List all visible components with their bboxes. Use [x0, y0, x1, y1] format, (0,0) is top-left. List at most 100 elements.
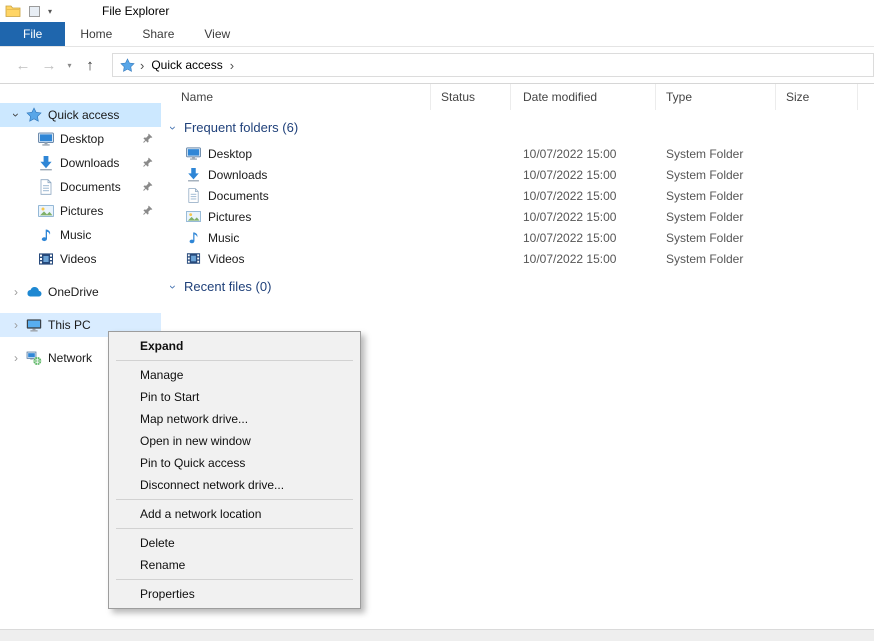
group-header-label: Recent files (0)	[184, 279, 271, 294]
file-name: Downloads	[208, 168, 267, 182]
chevron-collapsed-icon[interactable]: ›	[14, 351, 18, 365]
sidebar-label: OneDrive	[48, 285, 99, 299]
chevron-collapsed-icon[interactable]: ›	[14, 285, 18, 299]
file-type: System Folder	[656, 210, 776, 224]
sidebar-label: Quick access	[48, 108, 119, 122]
this-pc-icon	[26, 317, 42, 333]
quick-access-icon	[26, 107, 42, 123]
file-date-modified: 10/07/2022 15:00	[511, 210, 656, 224]
file-row-music[interactable]: Music 10/07/2022 15:00 System Folder	[161, 227, 874, 248]
file-name: Desktop	[208, 147, 252, 161]
up-button[interactable]: ↑	[77, 57, 103, 74]
file-type: System Folder	[656, 168, 776, 182]
desktop-icon	[186, 146, 201, 161]
downloads-icon	[38, 155, 54, 171]
downloads-icon	[186, 167, 201, 182]
menu-item-disconnect-network-drive[interactable]: Disconnect network drive...	[109, 474, 360, 496]
address-bar[interactable]: › Quick access ›	[112, 53, 874, 77]
chevron-collapsed-icon[interactable]: ›	[14, 318, 18, 332]
file-row-videos[interactable]: Videos 10/07/2022 15:00 System Folder	[161, 248, 874, 269]
file-name: Videos	[208, 252, 244, 266]
pin-icon	[141, 180, 154, 193]
tab-home[interactable]: Home	[65, 22, 127, 46]
file-name: Documents	[208, 189, 269, 203]
menu-item-pin-to-start[interactable]: Pin to Start	[109, 386, 360, 408]
navigation-bar: ← → ▾ ↑ › Quick access ›	[0, 47, 874, 84]
group-collapse-chevron-icon[interactable]: ›	[166, 285, 180, 289]
sidebar-label: Videos	[60, 252, 96, 266]
sidebar-item-quick-access[interactable]: › Quick access	[0, 103, 161, 127]
menu-item-open-in-new-window[interactable]: Open in new window	[109, 430, 360, 452]
tab-share[interactable]: Share	[127, 22, 189, 46]
file-row-pictures[interactable]: Pictures 10/07/2022 15:00 System Folder	[161, 206, 874, 227]
file-name: Music	[208, 231, 239, 245]
breadcrumb-chevron-icon[interactable]: ›	[230, 58, 234, 73]
pin-icon	[141, 132, 154, 145]
documents-icon	[186, 188, 201, 203]
file-type: System Folder	[656, 252, 776, 266]
column-header-row: Name Status Date modified Type Size	[161, 84, 874, 110]
menu-item-manage[interactable]: Manage	[109, 364, 360, 386]
sidebar-label: Pictures	[60, 204, 103, 218]
file-row-documents[interactable]: Documents 10/07/2022 15:00 System Folder	[161, 185, 874, 206]
menu-item-map-network-drive[interactable]: Map network drive...	[109, 408, 360, 430]
sidebar-label: Network	[48, 351, 92, 365]
menu-item-delete[interactable]: Delete	[109, 532, 360, 554]
pictures-icon	[38, 203, 54, 219]
file-date-modified: 10/07/2022 15:00	[511, 189, 656, 203]
breadcrumb-chevron-icon[interactable]: ›	[140, 58, 144, 73]
sidebar-item-downloads[interactable]: Downloads	[0, 151, 161, 175]
menu-item-expand[interactable]: Expand	[109, 335, 360, 357]
menu-item-rename[interactable]: Rename	[109, 554, 360, 576]
file-row-downloads[interactable]: Downloads 10/07/2022 15:00 System Folder	[161, 164, 874, 185]
window-title: File Explorer	[102, 4, 169, 18]
sidebar-item-videos[interactable]: Videos	[0, 247, 161, 271]
tab-file[interactable]: File	[0, 22, 65, 46]
sidebar-label: This PC	[48, 318, 91, 332]
menu-item-properties[interactable]: Properties	[109, 583, 360, 605]
sidebar-item-music[interactable]: Music	[0, 223, 161, 247]
sidebar-label: Music	[60, 228, 91, 242]
quick-access-icon	[120, 58, 135, 73]
tab-view[interactable]: View	[189, 22, 245, 46]
recent-locations-dropdown-icon[interactable]: ▾	[62, 61, 77, 70]
menu-item-pin-to-quick-access[interactable]: Pin to Quick access	[109, 452, 360, 474]
pictures-icon	[186, 209, 201, 224]
menu-separator	[116, 528, 353, 529]
videos-icon	[38, 251, 54, 267]
column-header-name[interactable]: Name	[161, 84, 431, 110]
menu-separator	[116, 360, 353, 361]
videos-icon	[186, 251, 201, 266]
column-header-status[interactable]: Status	[431, 84, 511, 110]
music-icon	[186, 230, 201, 245]
column-header-date-modified[interactable]: Date modified	[511, 84, 656, 110]
back-button[interactable]: ←	[10, 57, 36, 74]
desktop-icon	[38, 131, 54, 147]
file-date-modified: 10/07/2022 15:00	[511, 147, 656, 161]
menu-item-add-network-location[interactable]: Add a network location	[109, 503, 360, 525]
pin-icon	[141, 204, 154, 217]
file-type: System Folder	[656, 231, 776, 245]
forward-button[interactable]: →	[36, 57, 62, 74]
breadcrumb-quick-access[interactable]: Quick access	[149, 58, 224, 72]
sidebar-label: Desktop	[60, 132, 104, 146]
group-header-recent-files[interactable]: › Recent files (0)	[171, 279, 874, 294]
sidebar-item-onedrive[interactable]: › OneDrive	[0, 280, 161, 304]
network-icon	[26, 350, 42, 366]
chevron-expanded-icon[interactable]: ›	[9, 113, 23, 117]
file-date-modified: 10/07/2022 15:00	[511, 168, 656, 182]
file-type: System Folder	[656, 147, 776, 161]
group-collapse-chevron-icon[interactable]: ›	[166, 126, 180, 130]
qat-customize-icon[interactable]: ▾	[48, 7, 52, 16]
column-header-size[interactable]: Size	[776, 84, 858, 110]
file-date-modified: 10/07/2022 15:00	[511, 231, 656, 245]
sidebar-item-documents[interactable]: Documents	[0, 175, 161, 199]
file-row-desktop[interactable]: Desktop 10/07/2022 15:00 System Folder	[161, 143, 874, 164]
sidebar-item-pictures[interactable]: Pictures	[0, 199, 161, 223]
file-name: Pictures	[208, 210, 251, 224]
column-header-type[interactable]: Type	[656, 84, 776, 110]
titlebar: ▾ File Explorer	[0, 0, 874, 22]
group-header-frequent-folders[interactable]: › Frequent folders (6)	[171, 120, 874, 135]
sidebar-item-desktop[interactable]: Desktop	[0, 127, 161, 151]
qat-item-icon[interactable]	[29, 6, 40, 17]
